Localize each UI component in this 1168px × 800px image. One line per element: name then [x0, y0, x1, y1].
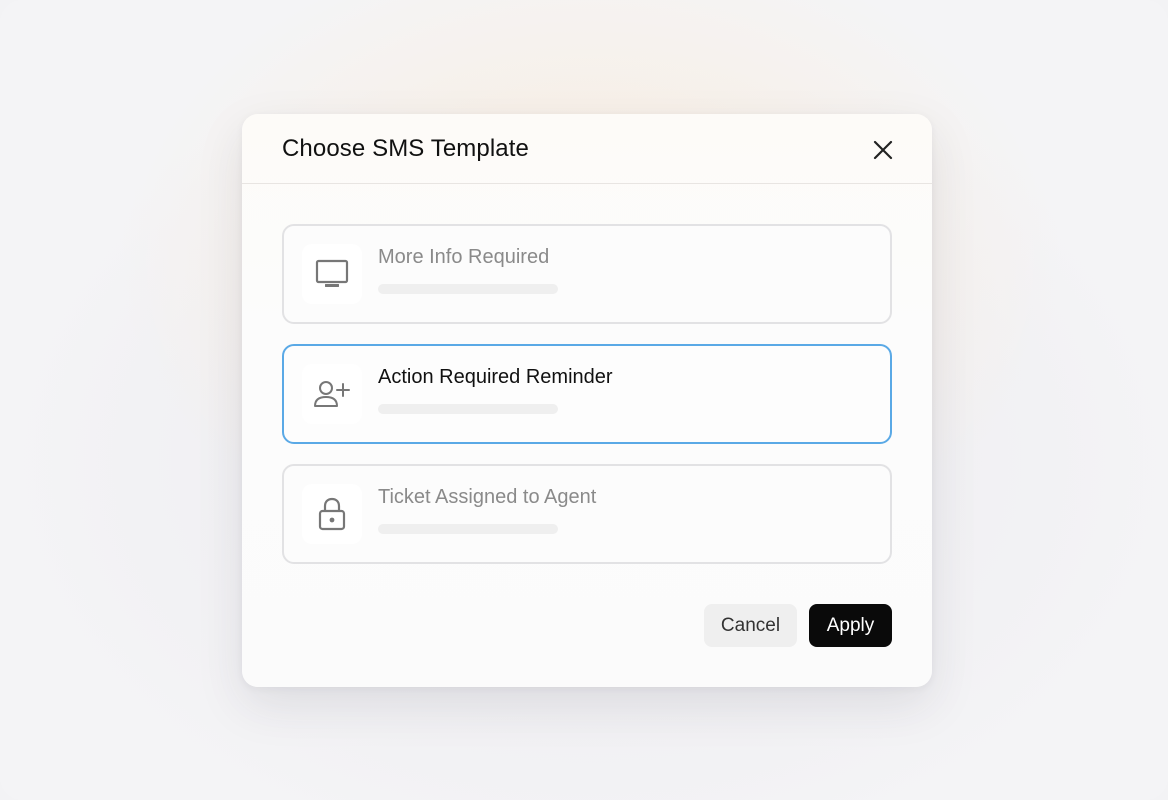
template-option-action-required-reminder[interactable]: Action Required Reminder: [282, 344, 892, 444]
template-preview-placeholder: [378, 524, 558, 534]
dialog-footer: Cancel Apply: [704, 604, 892, 647]
lock-icon: [318, 497, 346, 531]
template-icon-container: [302, 484, 362, 544]
template-icon-container: [302, 364, 362, 424]
choose-template-dialog: Choose SMS Template More Info Required A…: [242, 114, 932, 687]
dialog-title: Choose SMS Template: [282, 135, 529, 162]
template-title: More Info Required: [378, 246, 550, 268]
template-preview-placeholder: [378, 284, 558, 294]
template-option-more-info-required[interactable]: More Info Required: [282, 224, 892, 324]
template-option-ticket-assigned-to-agent[interactable]: Ticket Assigned to Agent: [282, 464, 892, 564]
cancel-button[interactable]: Cancel: [704, 604, 797, 647]
template-preview-placeholder: [378, 404, 558, 414]
apply-button[interactable]: Apply: [809, 604, 892, 647]
dialog-header: Choose SMS Template: [242, 114, 932, 184]
monitor-icon: [315, 259, 349, 287]
close-button[interactable]: [868, 135, 898, 165]
template-title: Ticket Assigned to Agent: [378, 486, 597, 508]
template-list: More Info Required Action Required Remin…: [282, 224, 892, 584]
template-title: Action Required Reminder: [378, 366, 613, 388]
user-plus-icon: [314, 381, 350, 407]
app-background: Choose SMS Template More Info Required A…: [0, 0, 1168, 800]
close-icon: [873, 140, 893, 160]
template-icon-container: [302, 244, 362, 304]
